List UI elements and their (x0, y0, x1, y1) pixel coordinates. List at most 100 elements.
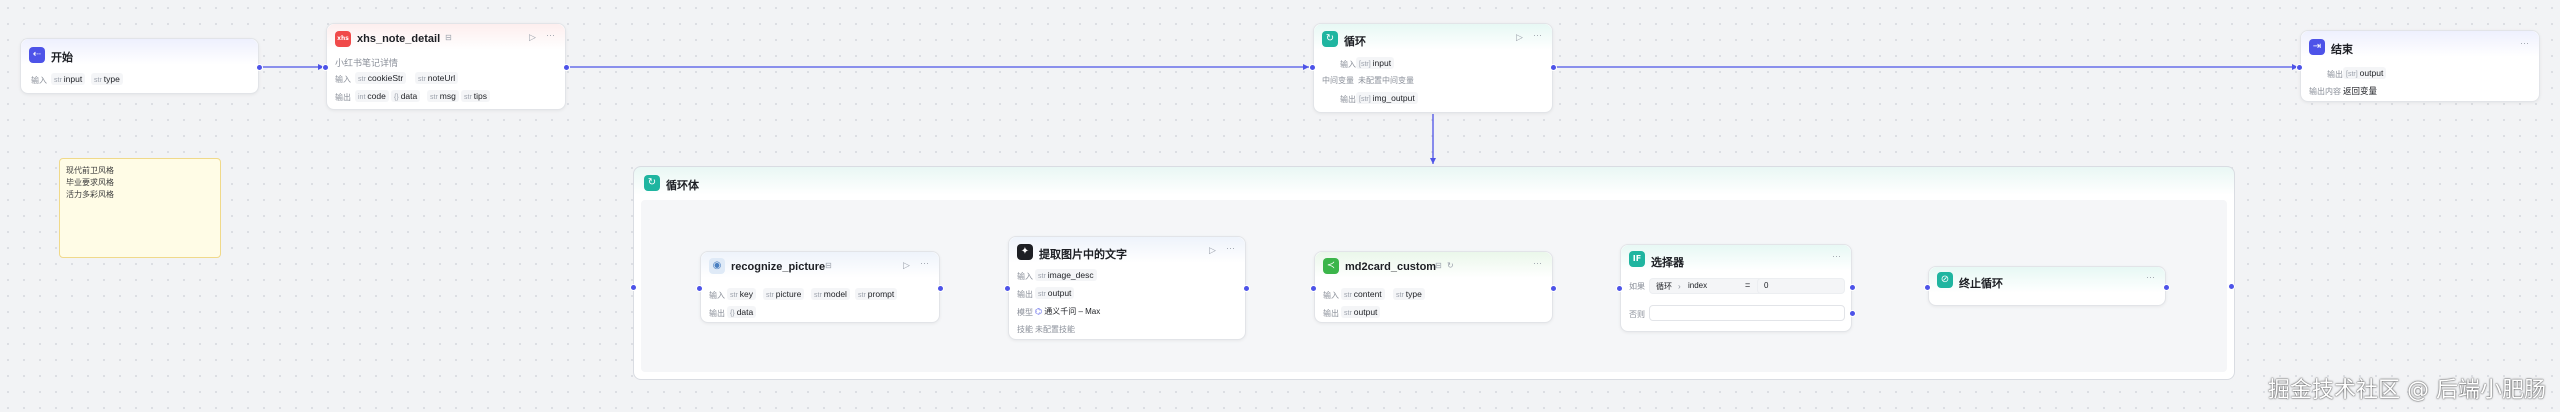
extract-input-port[interactable] (1004, 285, 1011, 292)
extract-title: 提取图片中的文字 (1039, 249, 1127, 261)
selector-title: 选择器 (1651, 257, 1684, 269)
loop-icon: ↻ (1322, 31, 1338, 47)
condition-value-field[interactable]: 0 (1757, 278, 1845, 294)
end-title: 结束 (2331, 44, 2353, 56)
extract-input-label: 输入 (1017, 272, 1033, 281)
condition-operator[interactable]: = (1745, 280, 1750, 290)
recognize-input-label: 输入 (709, 291, 725, 300)
end-content-value: 返回变量 (2343, 86, 2378, 96)
break-input-port[interactable] (1924, 284, 1931, 291)
recognize-output-data: {} data (727, 306, 757, 318)
loop-body-title: 循环体 (666, 180, 699, 192)
llm-icon: ✦ (1017, 244, 1033, 260)
extract-skills-label: 技能 (1017, 325, 1033, 334)
extract-output-port[interactable] (1243, 285, 1250, 292)
recognize-input-port[interactable] (696, 285, 703, 292)
md2card-custom-node[interactable]: ≺ md2card_custom ⊟ ↻ ··· 输入 str content s… (1310, 251, 1557, 323)
more-button[interactable]: ··· (1832, 251, 1841, 261)
version-icon: ⊟ (1435, 261, 1442, 270)
more-button[interactable]: ··· (2146, 272, 2155, 282)
refresh-icon[interactable]: ↻ (1447, 261, 1454, 270)
break-loop-node[interactable]: ⊘ 终止循环 ··· (1924, 266, 2170, 306)
start-input-type: str type (91, 73, 123, 85)
xhs-input-cookie: str cookieStr (355, 72, 407, 84)
md2card-output-output: str output (1341, 306, 1381, 318)
note-line-3: 活力多彩风格 (66, 190, 114, 199)
more-button[interactable]: ··· (920, 258, 929, 268)
recognize-picture-node[interactable]: ◉ recognize_picture ⊟ ▷ ··· 输入 str key st… (696, 251, 944, 323)
end-output-output: [str] output (2343, 67, 2387, 79)
recognize-output-label: 输出 (709, 309, 725, 318)
loop-input-label: 输入 (1340, 60, 1356, 69)
eye-icon: ◉ (709, 258, 725, 274)
extract-input-image-desc: str image_desc (1035, 269, 1097, 281)
more-button[interactable]: ··· (1226, 243, 1235, 253)
stop-icon: ⊘ (1937, 272, 1953, 288)
more-button[interactable]: ··· (546, 30, 555, 40)
recognize-output-port[interactable] (937, 285, 944, 292)
recognize-title: recognize_picture (731, 261, 826, 273)
note-line-2: 毕业要求风格 (66, 178, 114, 187)
xhs-input-port[interactable] (322, 64, 329, 71)
extract-model-label: 模型 (1017, 308, 1033, 317)
condition-variable-field[interactable]: 循环 › index (1649, 278, 1771, 294)
start-title: 开始 (51, 52, 73, 64)
start-output-port[interactable] (256, 64, 263, 71)
loop-title: 循环 (1344, 36, 1366, 48)
extract-text-node[interactable]: ✦ 提取图片中的文字 ▷ ··· 输入 str image_desc 输出 str… (1004, 236, 1250, 340)
loop-body-in-port[interactable] (630, 284, 637, 291)
loop-input-input: [str] input (1356, 57, 1395, 69)
recognize-input-model: str model (811, 288, 850, 300)
selector-input-port[interactable] (1616, 285, 1623, 292)
loop-output-port[interactable] (1550, 64, 1557, 71)
run-button[interactable]: ▷ (903, 260, 910, 271)
watermark: 掘金技术社区 @ 后端小肥肠 (2268, 378, 2546, 403)
selector-if-port[interactable] (1849, 284, 1856, 291)
start-node[interactable]: ⇠ 开始 输入 str input str type (20, 38, 263, 94)
loop-node[interactable]: ↻ 循环 ▷ ··· 输入 [str] input 中间变量 未配置中间变量 输出… (1309, 23, 1557, 113)
break-title: 终止循环 (1959, 278, 2003, 290)
selector-else-label: 否则 (1629, 310, 1645, 319)
md2card-input-type: str type (1393, 288, 1425, 300)
extract-output-label: 输出 (1017, 290, 1033, 299)
md2card-input-content: str content (1341, 288, 1385, 300)
xhs-output-data: {} data (391, 90, 421, 102)
xhs-output-tips: str tips (461, 90, 491, 102)
start-input-input: str input (51, 73, 86, 85)
start-icon: ⇠ (29, 47, 45, 63)
xhs-output-msg: str msg (427, 90, 459, 102)
md2card-input-label: 输入 (1323, 291, 1339, 300)
loop-input-port[interactable] (1309, 64, 1316, 71)
run-button[interactable]: ▷ (1516, 32, 1523, 43)
end-output-label: 输出 (2327, 70, 2343, 79)
end-node[interactable]: ⇥ 结束 ··· 输出 [str] output 输出内容 返回变量 (2296, 30, 2540, 102)
start-input-label: 输入 (31, 76, 47, 85)
loop-body-out-port[interactable] (2228, 283, 2235, 290)
version-icon: ⊟ (825, 261, 832, 270)
run-button[interactable]: ▷ (1209, 245, 1216, 256)
md2card-input-port[interactable] (1310, 285, 1317, 292)
xhs-output-label: 输出 (335, 93, 351, 102)
break-output-port[interactable] (2163, 284, 2170, 291)
xhs-description: 小红书笔记详情 (335, 58, 399, 68)
md2card-output-port[interactable] (1550, 285, 1557, 292)
loop-output-img: [str] img_output (1356, 92, 1418, 104)
more-button[interactable]: ··· (1533, 30, 1542, 40)
selector-if-label: 如果 (1629, 282, 1645, 291)
else-field[interactable] (1649, 305, 1845, 321)
sticky-note[interactable]: 现代前卫风格 毕业要求风格 活力多彩风格 (59, 158, 221, 258)
chevron-right-icon: › (1678, 282, 1681, 291)
end-input-port[interactable] (2296, 64, 2303, 71)
md2card-title: md2card_custom (1345, 261, 1437, 273)
selector-node[interactable]: IF 选择器 ··· 如果 循环 › index = 0 否则 (1616, 244, 1856, 332)
selector-else-port[interactable] (1849, 310, 1856, 317)
xhs-output-port[interactable] (563, 64, 570, 71)
xhs-output-code: int code (355, 90, 389, 102)
more-button[interactable]: ··· (1533, 258, 1542, 268)
recognize-input-key: str key (727, 288, 757, 300)
note-line-1: 现代前卫风格 (66, 166, 114, 175)
run-button[interactable]: ▷ (529, 32, 536, 43)
more-button[interactable]: ··· (2520, 38, 2529, 48)
condition-icon: IF (1629, 251, 1645, 267)
xhs-note-detail-node[interactable]: xhs xhs_note_detail ⊟ ▷ ··· 小红书笔记详情 输入 s… (322, 23, 570, 110)
